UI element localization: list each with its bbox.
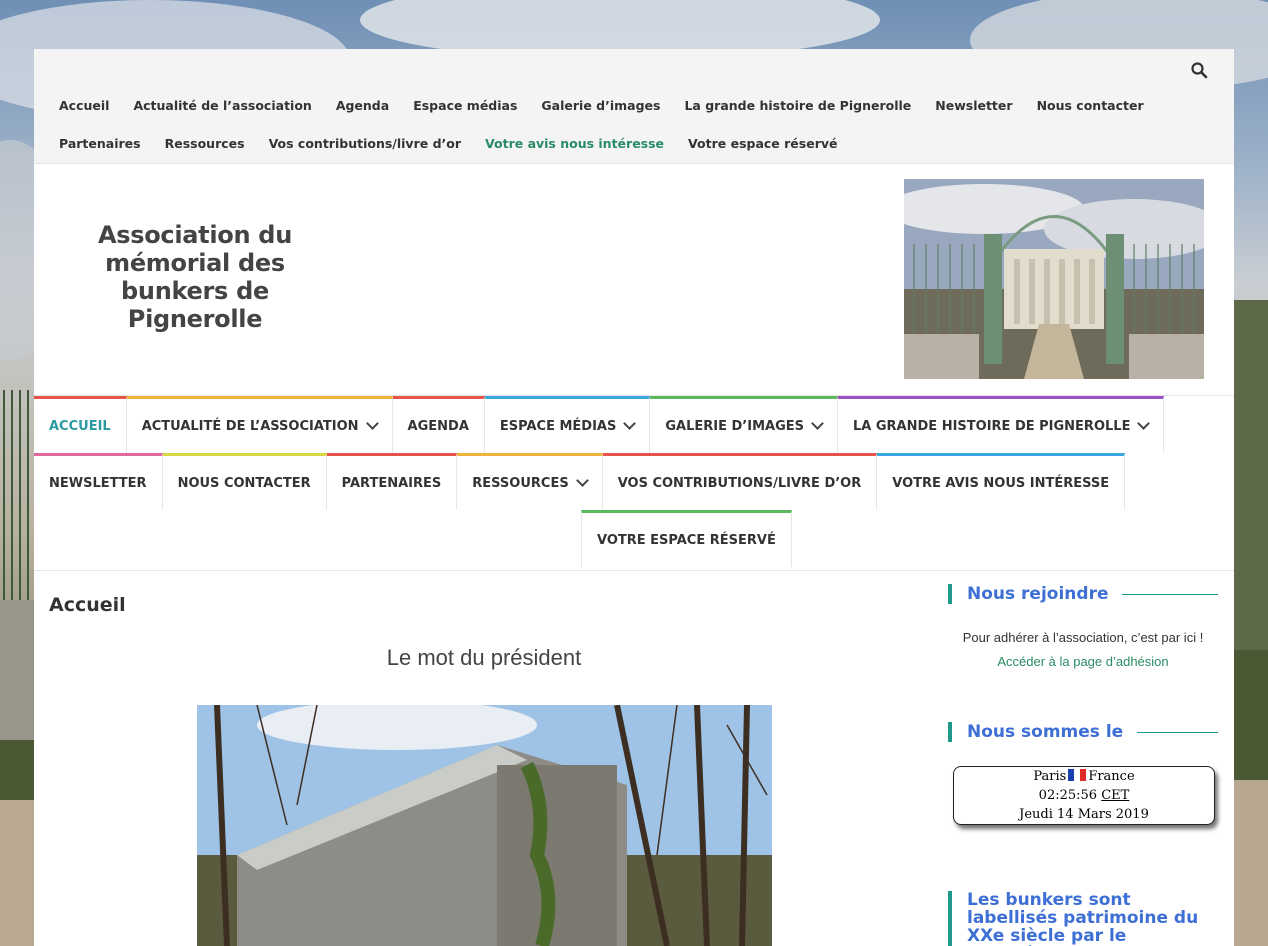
nav-item-partenaires[interactable]: PARTENAIRES <box>326 453 458 510</box>
widget-title-text: Nous rejoindre <box>967 584 1109 604</box>
top-link-partenaires[interactable]: Partenaires <box>59 125 141 163</box>
widget-title-date: Nous sommes le <box>948 722 1218 742</box>
nav-label: LA GRANDE HISTOIRE DE PIGNEROLLE <box>853 418 1131 434</box>
divider <box>1122 593 1218 595</box>
clock-country: France <box>1088 769 1135 784</box>
nav-item-espace-reserve[interactable]: VOTRE ESPACE RÉSERVÉ <box>581 510 792 567</box>
nav-item-newsletter[interactable]: NEWSLETTER <box>34 453 163 510</box>
nav-label: NEWSLETTER <box>49 475 147 491</box>
nav-item-actualite[interactable]: ACTUALITÉ DE L’ASSOCIATION <box>126 396 393 453</box>
top-link-espace-reserve[interactable]: Votre espace réservé <box>688 125 837 163</box>
clock-timezone[interactable]: CET <box>1101 788 1129 803</box>
nav-item-espace-medias[interactable]: ESPACE MÉDIAS <box>484 396 651 453</box>
chevron-down-icon <box>575 474 589 487</box>
chevron-down-icon <box>1137 417 1151 430</box>
nav-label: AGENDA <box>407 418 469 434</box>
clock-time-row: 02:25:56 CET <box>954 786 1214 805</box>
top-link-avis[interactable]: Votre avis nous intéresse <box>485 125 664 163</box>
nav-item-histoire[interactable]: LA GRANDE HISTOIRE DE PIGNEROLLE <box>838 396 1165 453</box>
join-text: Pour adhérer à l’association, c’est par … <box>962 630 1204 645</box>
top-link-histoire[interactable]: La grande histoire de Pignerolle <box>684 87 911 125</box>
nav-item-contributions[interactable]: VOS CONTRIBUTIONS/LIVRE D’OR <box>602 453 878 510</box>
membership-link[interactable]: Accéder à la page d’adhésion <box>948 654 1218 669</box>
site-title[interactable]: Association du mémorial des bunkers de P… <box>70 221 320 333</box>
page-title: Accueil <box>49 594 126 616</box>
nav-label: VOTRE ESPACE RÉSERVÉ <box>597 532 776 548</box>
nav-label: ACTUALITÉ DE L’ASSOCIATION <box>141 418 359 434</box>
france-flag-icon <box>1068 769 1087 781</box>
nav-label: PARTENAIRES <box>341 475 442 491</box>
nav-item-avis[interactable]: VOTRE AVIS NOUS INTÉRESSE <box>877 453 1126 510</box>
bunker-photo <box>197 705 772 946</box>
clock-location: Paris France <box>954 767 1214 786</box>
clock-time: 02:25:56 <box>1038 788 1098 803</box>
nav-item-galerie[interactable]: GALERIE D’IMAGES <box>650 396 838 453</box>
divider <box>1137 731 1218 733</box>
top-link-ressources[interactable]: Ressources <box>165 125 245 163</box>
nav-label: ESPACE MÉDIAS <box>499 418 617 434</box>
nav-label: NOUS CONTACTER <box>177 475 311 491</box>
nav-item-agenda[interactable]: AGENDA <box>392 396 485 453</box>
widget-title-text: Nous sommes le <box>967 722 1124 742</box>
top-link-contact[interactable]: Nous contacter <box>1037 87 1144 125</box>
top-link-actualite[interactable]: Actualité de l’association <box>133 87 311 125</box>
header-image <box>904 179 1204 379</box>
chevron-down-icon <box>623 417 637 430</box>
nav-item-contact[interactable]: NOUS CONTACTER <box>162 453 327 510</box>
widget-title-join: Nous rejoindre <box>948 584 1218 604</box>
page-container: Accueil Actualité de l’association Agend… <box>34 49 1234 946</box>
chevron-down-icon <box>811 417 824 430</box>
nav-label: ACCUEIL <box>49 418 111 434</box>
top-link-agenda[interactable]: Agenda <box>336 87 389 125</box>
clock-widget: Paris France 02:25:56 CET Jeudi 14 Mars 2… <box>953 766 1215 825</box>
section-heading: Le mot du président <box>386 645 582 670</box>
clock-city: Paris <box>1033 769 1067 784</box>
clock-date: Jeudi 14 Mars 2019 <box>1019 807 1149 822</box>
top-navigation: Accueil Actualité de l’association Agend… <box>59 87 1179 163</box>
nav-label: VOS CONTRIBUTIONS/LIVRE D’OR <box>617 475 862 491</box>
top-link-galerie[interactable]: Galerie d’images <box>541 87 660 125</box>
chevron-down-icon <box>365 417 379 430</box>
nav-label: VOTRE AVIS NOUS INTÉRESSE <box>892 475 1110 491</box>
nav-label: GALERIE D’IMAGES <box>665 418 804 434</box>
main-navigation: ACCUEIL ACTUALITÉ DE L’ASSOCIATION AGEND… <box>34 395 1234 571</box>
top-link-espace-medias[interactable]: Espace médias <box>413 87 517 125</box>
nav-label: RESSOURCES <box>472 475 569 491</box>
search-icon[interactable] <box>1190 61 1208 79</box>
top-bar: Accueil Actualité de l’association Agend… <box>34 49 1234 164</box>
nav-item-ressources[interactable]: RESSOURCES <box>457 453 603 510</box>
top-link-contributions[interactable]: Vos contributions/livre d’or <box>269 125 461 163</box>
top-link-newsletter[interactable]: Newsletter <box>935 87 1012 125</box>
top-link-accueil[interactable]: Accueil <box>59 87 109 125</box>
widget-title-label: Les bunkers sont labellisés patrimoine d… <box>948 891 1218 946</box>
nav-item-accueil[interactable]: ACCUEIL <box>34 396 127 453</box>
